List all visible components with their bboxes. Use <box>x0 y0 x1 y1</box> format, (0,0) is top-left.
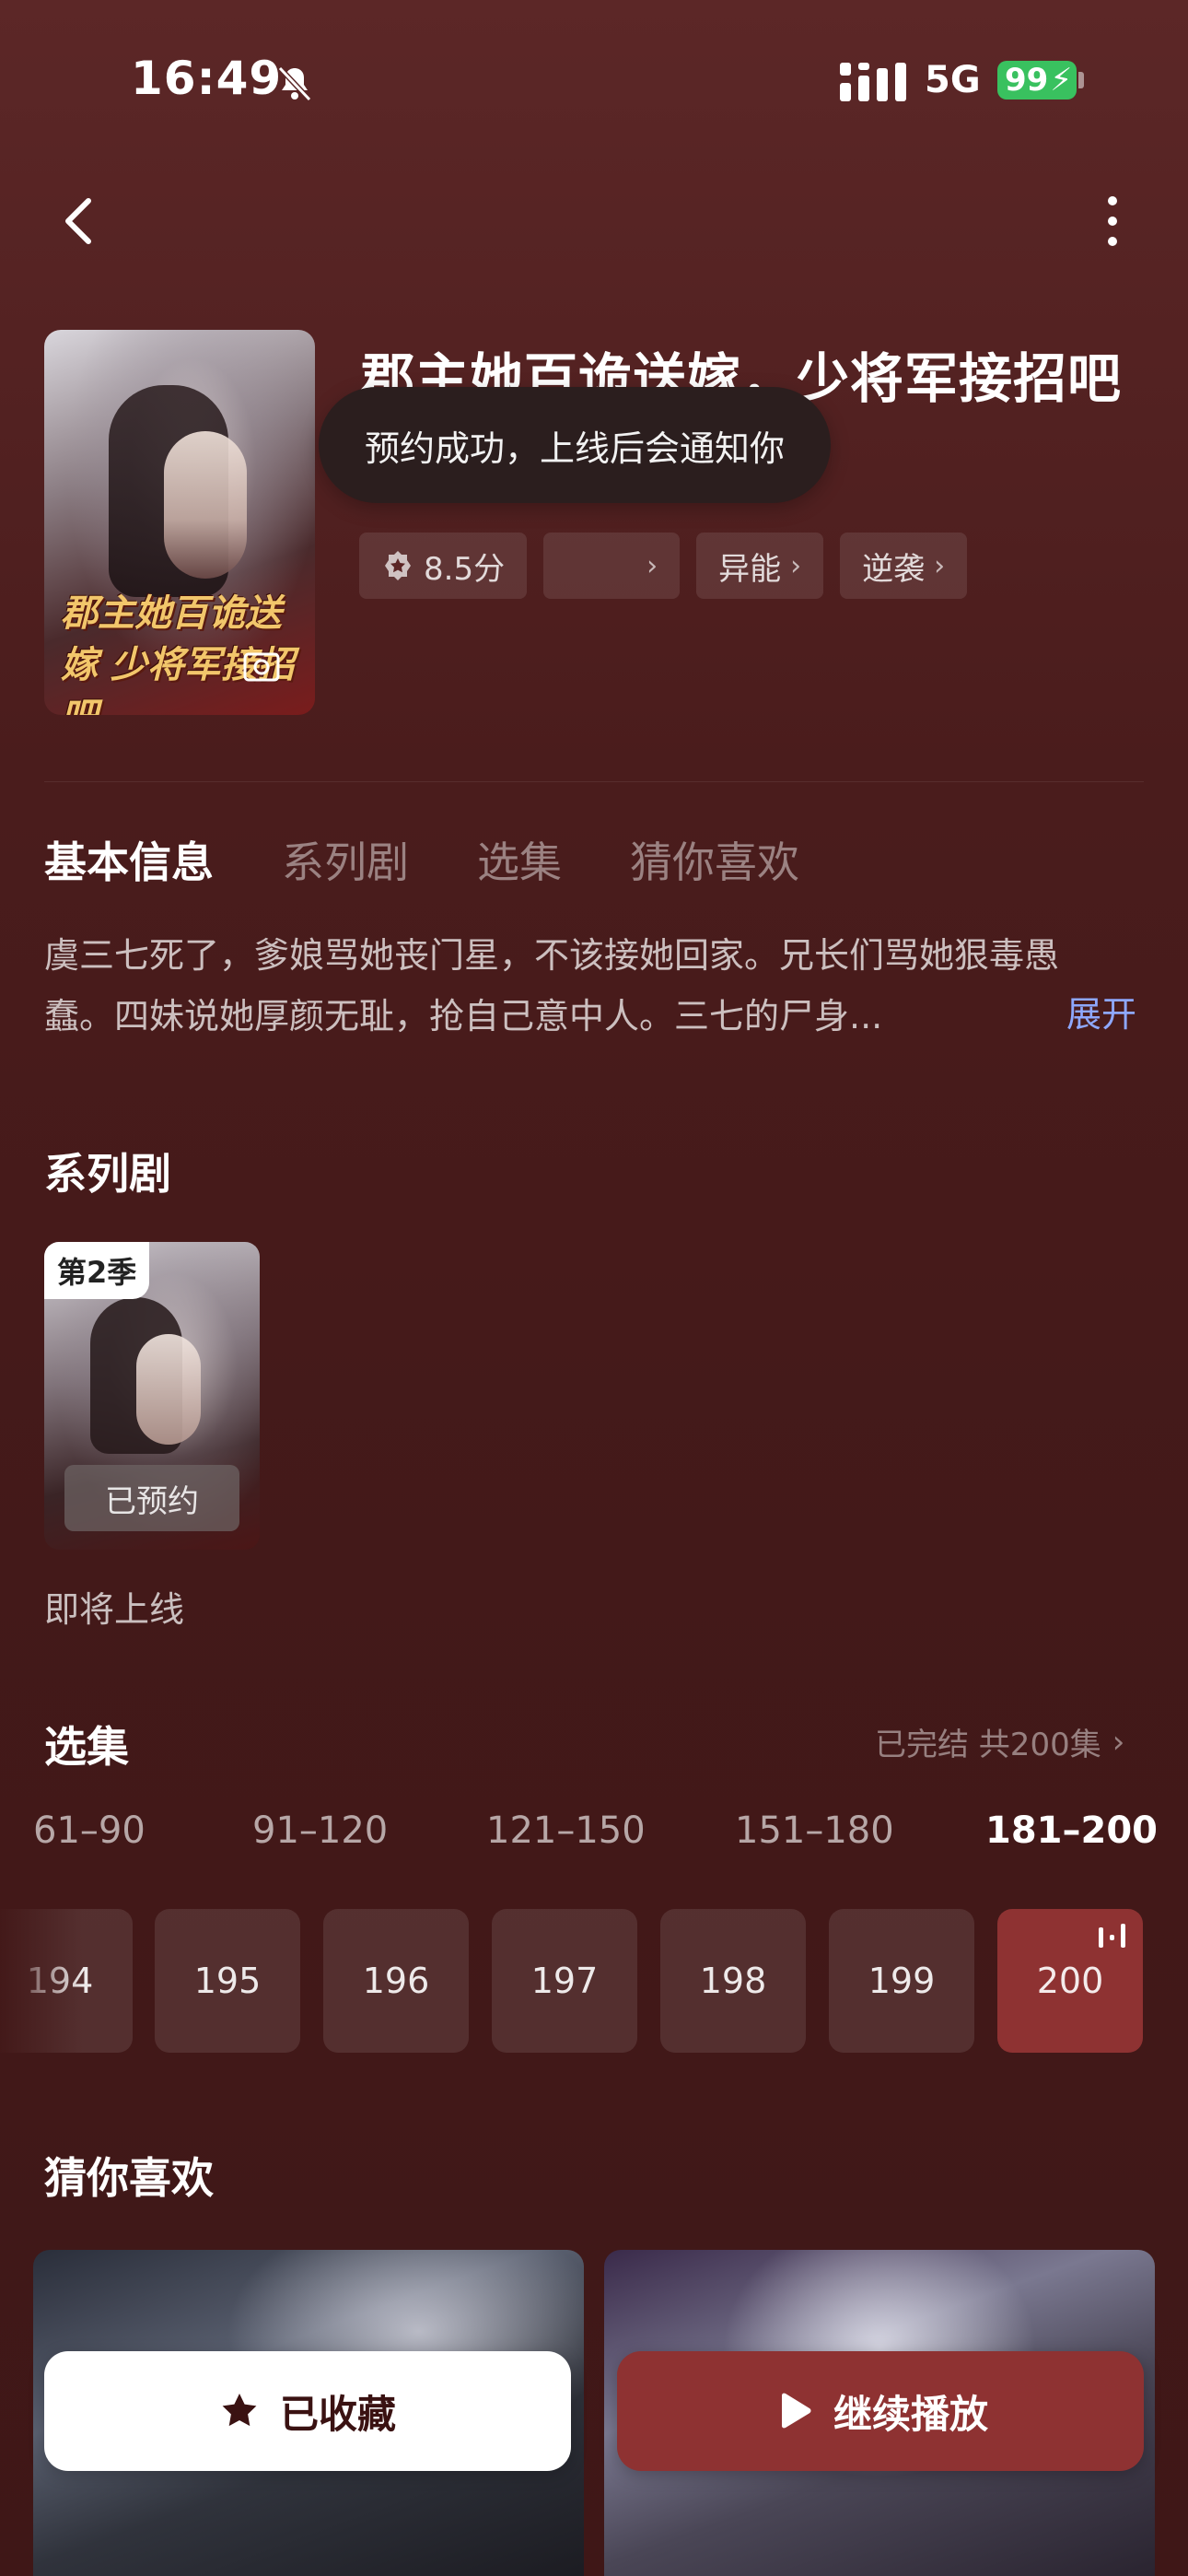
genre-tag-label: 逆袭 <box>862 550 926 588</box>
scroll-fade <box>0 1909 83 2053</box>
episode-status[interactable]: 已完结 共200集 › <box>875 1719 1124 1764</box>
chevron-right-icon: › <box>790 549 802 582</box>
play-icon <box>781 2393 811 2429</box>
battery-indicator: 99 ⚡ <box>997 61 1077 100</box>
rating-value: 8.5分 <box>424 550 506 588</box>
collect-label: 已收藏 <box>279 2391 396 2437</box>
cover-preview-icon[interactable] <box>239 645 284 689</box>
playing-indicator-icon <box>1099 1924 1125 1948</box>
signal-icon <box>840 63 906 101</box>
episode-range[interactable]: 91–120 <box>252 1809 388 1852</box>
episode-item[interactable]: 199 <box>829 1909 974 2053</box>
battery-level: 99 <box>1005 62 1049 99</box>
divider <box>44 781 1144 782</box>
episodes-section-title: 选集 <box>44 1722 129 1772</box>
continue-play-label: 继续播放 <box>833 2391 988 2437</box>
card-figure <box>136 1334 201 1445</box>
synopsis-text: 虞三七死了，爹娘骂她丧门星，不该接她回家。兄长们骂她狠毒愚蠢。四妹说她厚颜无耻，… <box>44 935 1060 1036</box>
chevron-right-icon: › <box>646 549 658 582</box>
series-section-title: 系列剧 <box>44 1149 171 1199</box>
episode-item-current[interactable]: 200 <box>997 1909 1143 2053</box>
collect-button[interactable]: 已收藏 <box>44 2351 571 2471</box>
season-badge: 第2季 <box>44 1242 150 1299</box>
star-icon <box>222 2394 257 2427</box>
episode-range-active[interactable]: 181–200 <box>985 1809 1158 1852</box>
tab-series[interactable]: 系列剧 <box>282 829 409 890</box>
bell-off-icon <box>277 65 312 102</box>
status-time: 16:49 <box>131 52 283 105</box>
more-icon[interactable] <box>1094 193 1131 249</box>
genre-tag[interactable]: › <box>543 533 681 599</box>
tab-episodes[interactable]: 选集 <box>477 829 562 890</box>
rating-tag[interactable]: 8.5分 <box>359 533 528 599</box>
series-caption: 即将上线 <box>44 1589 185 1630</box>
chevron-right-icon: › <box>1112 1723 1125 1761</box>
rating-badge-icon <box>385 551 411 580</box>
tab-basic-info[interactable]: 基本信息 <box>44 829 214 890</box>
genre-tag-label: 异能 <box>718 550 782 588</box>
drama-tags: 8.5分 › 异能 › 逆袭 › <box>359 533 968 599</box>
reserved-button[interactable]: 已预约 <box>64 1465 239 1531</box>
episode-item[interactable]: 197 <box>492 1909 637 2053</box>
tab-recommendations[interactable]: 猜你喜欢 <box>630 829 799 890</box>
network-type: 5G <box>925 59 981 101</box>
cover-figure <box>164 431 247 579</box>
status-bar: 16:49 5G 99 ⚡ <box>0 0 1188 157</box>
episode-item[interactable]: 196 <box>323 1909 469 2053</box>
episode-range[interactable]: 121–150 <box>486 1809 646 1852</box>
episode-item[interactable]: 195 <box>155 1909 300 2053</box>
recommendations-section-title: 猜你喜欢 <box>44 2153 214 2203</box>
genre-tag[interactable]: 异能 › <box>696 533 824 599</box>
expand-link[interactable]: 展开 <box>1066 986 1136 1036</box>
episode-range[interactable]: 61–90 <box>33 1809 146 1852</box>
episode-range[interactable]: 151–180 <box>735 1809 894 1852</box>
episode-status-label: 已完结 共200集 <box>875 1727 1101 1763</box>
episode-list: 194 195 196 197 198 199 200 <box>0 1909 1188 2053</box>
charging-icon: ⚡ <box>1050 62 1073 99</box>
reservation-toast: 预约成功，上线后会通知你 <box>319 387 832 503</box>
battery-cap <box>1078 72 1084 88</box>
series-card[interactable]: 第2季 已预约 <box>44 1242 260 1550</box>
genre-tag[interactable]: 逆袭 › <box>840 533 968 599</box>
detail-tabs: 基本信息 系列剧 选集 猜你喜欢 <box>44 829 799 890</box>
continue-play-button[interactable]: 继续播放 <box>617 2351 1144 2471</box>
back-icon[interactable] <box>52 193 107 249</box>
episode-range-tabs: 61–90 91–120 121–150 151–180 181–200 <box>0 1809 1188 1865</box>
episode-item[interactable]: 198 <box>660 1909 806 2053</box>
chevron-right-icon: › <box>934 549 946 582</box>
episode-number: 200 <box>1036 1961 1104 2001</box>
